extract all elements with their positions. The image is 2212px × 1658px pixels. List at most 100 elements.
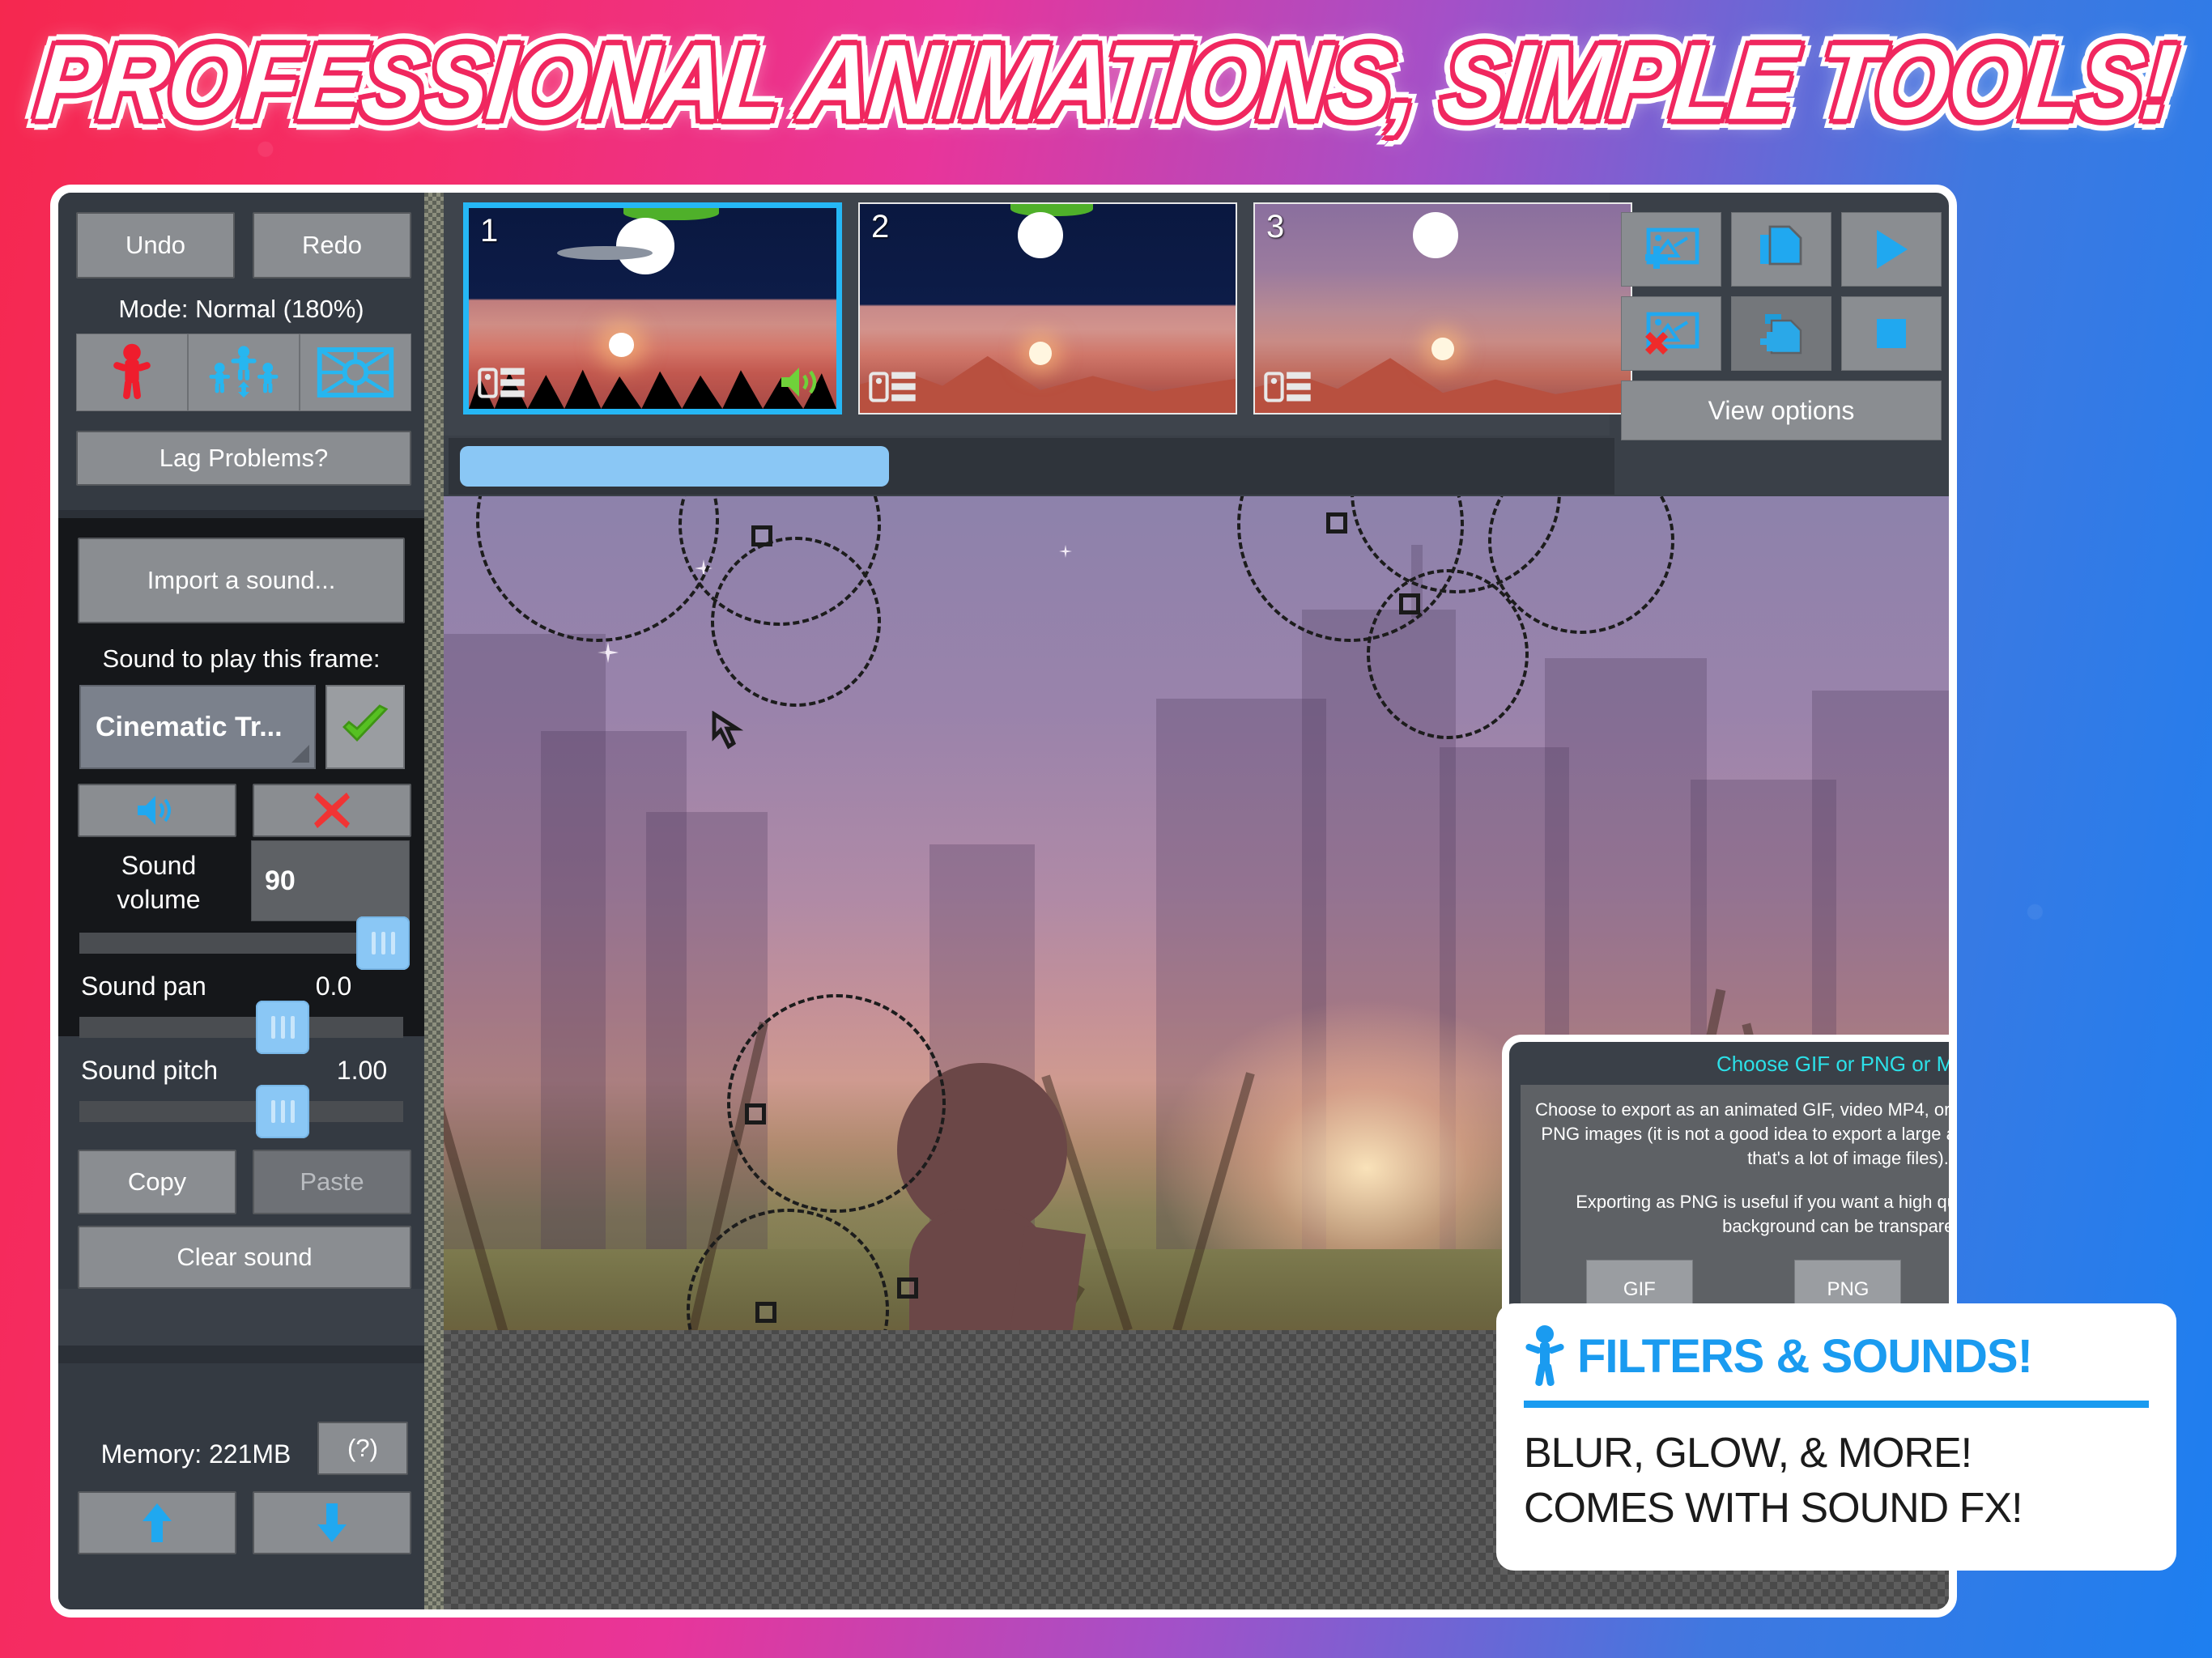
paste-button[interactable]: Paste bbox=[253, 1150, 411, 1214]
layers-icon bbox=[1264, 372, 1311, 402]
sound-volume-slider[interactable] bbox=[79, 933, 403, 954]
selection-handle[interactable] bbox=[1399, 593, 1420, 614]
stop-button[interactable] bbox=[1841, 296, 1942, 371]
frame-sound-icon bbox=[781, 368, 817, 397]
sound-volume-input[interactable]: 90 bbox=[251, 840, 410, 921]
sound-volume-slider-thumb[interactable] bbox=[356, 916, 410, 970]
frame-number: 1 bbox=[480, 213, 499, 249]
selection-handle[interactable] bbox=[755, 1302, 776, 1323]
red-x-icon bbox=[314, 793, 350, 828]
import-sound-button[interactable]: Import a sound... bbox=[78, 538, 405, 623]
frame-number: 2 bbox=[871, 209, 890, 244]
undo-button[interactable]: Undo bbox=[76, 212, 235, 278]
play-icon bbox=[1877, 230, 1908, 269]
layers-icon bbox=[869, 372, 916, 402]
stop-icon bbox=[1877, 319, 1906, 348]
timeline-bar bbox=[449, 438, 1614, 495]
export-dialog-body: Choose to export as an animated GIF, vid… bbox=[1521, 1085, 1957, 1327]
export-dialog-title: Choose GIF or PNG or MP4 bbox=[1716, 1052, 1957, 1076]
mode-multi-figure-button[interactable] bbox=[188, 334, 300, 411]
delete-frame-button[interactable] bbox=[1621, 296, 1721, 371]
promo-line-2: COMES WITH SOUND FX! bbox=[1524, 1485, 2023, 1532]
sound-panel: Import a sound... Sound to play this fra… bbox=[58, 518, 424, 1289]
multi-figure-icon bbox=[209, 346, 279, 398]
sidebar-canvas-divider[interactable] bbox=[424, 193, 444, 1609]
export-description-1: Choose to export as an animated GIF, vid… bbox=[1535, 1099, 1956, 1168]
export-description-2: Exporting as PNG is useful if you want a… bbox=[1576, 1192, 1957, 1236]
frame-number: 3 bbox=[1266, 209, 1285, 244]
background-icon bbox=[317, 347, 394, 397]
sound-select[interactable]: Cinematic Tr... bbox=[79, 685, 316, 769]
stick-figure-icon bbox=[1525, 1325, 1564, 1387]
up-arrow-icon bbox=[143, 1503, 172, 1542]
mode-button-row bbox=[76, 334, 411, 411]
sound-pan-value: 0.0 bbox=[315, 971, 352, 1001]
mode-single-figure-button[interactable] bbox=[76, 334, 188, 411]
page-title: PROFESSIONAL ANIMATIONS, SIMPLE TOOLS! bbox=[31, 23, 2181, 142]
copy-frame-button[interactable] bbox=[1731, 212, 1831, 287]
selection-circle[interactable] bbox=[711, 537, 881, 707]
move-down-button[interactable] bbox=[253, 1491, 411, 1554]
mode-background-button[interactable] bbox=[300, 334, 411, 411]
redo-button[interactable]: Redo bbox=[253, 212, 411, 278]
frame-toolbar: View options bbox=[1621, 204, 1949, 463]
sidebar-lower-divider bbox=[58, 1289, 424, 1346]
promo-line-1: BLUR, GLOW, & MORE! bbox=[1524, 1430, 1972, 1477]
speaker-icon bbox=[138, 796, 171, 825]
sound-pan-slider[interactable] bbox=[79, 1017, 403, 1038]
sound-pan-slider-thumb[interactable] bbox=[256, 1001, 309, 1054]
promo-divider bbox=[1524, 1401, 2149, 1408]
layers-icon bbox=[478, 368, 525, 398]
memory-help-button[interactable]: (?) bbox=[317, 1422, 408, 1475]
mode-label: Mode: Normal (180%) bbox=[118, 295, 364, 323]
export-dialog: Choose GIF or PNG or MP4 Choose to expor… bbox=[1502, 1035, 1957, 1334]
slider-grip-icon bbox=[270, 1016, 295, 1039]
promo-header: FILTERS & SOUNDS! bbox=[1524, 1324, 2149, 1388]
sound-pitch-value: 1.00 bbox=[336, 1056, 388, 1085]
header-banner: PROFESSIONAL ANIMATIONS, SIMPLE TOOLS! bbox=[0, 18, 2212, 147]
sidebar: Undo Redo Mode: Normal (180%) Lag Proble… bbox=[58, 193, 424, 1609]
frame-thumbnail-1[interactable]: 1 bbox=[463, 202, 842, 414]
view-options-button[interactable]: View options bbox=[1621, 380, 1942, 440]
slider-grip-icon bbox=[371, 932, 395, 954]
paste-frame-button[interactable] bbox=[1731, 296, 1831, 371]
timeline-scrollbar[interactable] bbox=[460, 446, 889, 487]
selection-handle[interactable] bbox=[751, 525, 772, 546]
sound-pitch-slider-thumb[interactable] bbox=[256, 1085, 309, 1138]
add-frame-button[interactable] bbox=[1621, 212, 1721, 287]
sound-to-play-label: Sound to play this frame: bbox=[102, 644, 381, 673]
copy-frame-icon bbox=[1760, 225, 1802, 266]
copy-button[interactable]: Copy bbox=[78, 1150, 236, 1214]
sound-volume-label: Sound volume bbox=[117, 851, 201, 914]
down-arrow-icon bbox=[317, 1503, 347, 1542]
sound-pitch-label: Sound pitch bbox=[81, 1056, 219, 1085]
sidebar-divider-2 bbox=[58, 1346, 424, 1363]
cursor-arrow-icon bbox=[712, 711, 744, 750]
memory-label: Memory: 221MB bbox=[100, 1439, 291, 1469]
clear-sound-button[interactable]: Clear sound bbox=[78, 1226, 411, 1289]
move-up-button[interactable] bbox=[78, 1491, 236, 1554]
sidebar-divider bbox=[58, 510, 424, 518]
frame-thumbnail-3[interactable]: 3 bbox=[1253, 202, 1632, 414]
sound-pitch-slider[interactable] bbox=[79, 1101, 403, 1122]
single-figure-icon bbox=[113, 343, 151, 400]
frame-thumbnail-2[interactable]: 2 bbox=[858, 202, 1237, 414]
selection-handle[interactable] bbox=[745, 1103, 766, 1124]
sound-pan-label: Sound pan bbox=[81, 971, 206, 1001]
slider-grip-icon bbox=[270, 1100, 295, 1123]
star bbox=[1059, 545, 1072, 558]
selection-circle[interactable] bbox=[1367, 569, 1529, 739]
sound-confirm-button[interactable] bbox=[325, 685, 405, 769]
promo-title: FILTERS & SOUNDS! bbox=[1577, 1329, 2033, 1383]
sound-play-button[interactable] bbox=[78, 784, 236, 837]
add-frame-icon bbox=[1645, 227, 1699, 269]
paste-frame-icon bbox=[1760, 314, 1802, 355]
selection-handle[interactable] bbox=[897, 1278, 918, 1299]
selection-handle[interactable] bbox=[1326, 512, 1347, 534]
play-button[interactable] bbox=[1841, 212, 1942, 287]
sound-delete-button[interactable] bbox=[253, 784, 411, 837]
green-check-icon bbox=[342, 704, 389, 742]
frame-strip: 1 2 3 bbox=[444, 193, 1632, 436]
building bbox=[646, 812, 768, 1249]
lag-problems-button[interactable]: Lag Problems? bbox=[76, 431, 411, 486]
